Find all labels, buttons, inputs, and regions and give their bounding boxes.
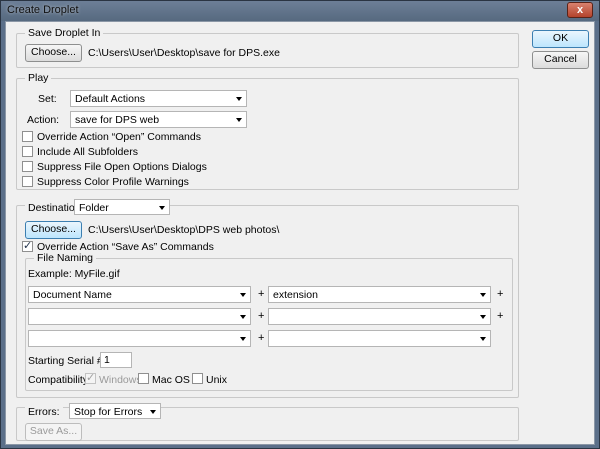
file-naming-legend: File Naming — [34, 252, 97, 264]
macos-label: Mac OS — [152, 374, 190, 386]
action-select[interactable]: save for DPS web — [70, 111, 247, 128]
chevron-down-icon — [480, 315, 486, 319]
naming-value-1-right: extension — [273, 289, 318, 301]
destination-group: Destination: Folder Choose... C:\Users\U… — [16, 199, 519, 398]
unix-label: Unix — [206, 374, 228, 386]
windows-label: Windows — [99, 374, 142, 386]
destination-path: C:\Users\User\Desktop\DPS web photos\ — [88, 224, 280, 236]
errors-select[interactable]: Stop for Errors — [69, 403, 161, 419]
plus-label: + — [497, 310, 504, 322]
plus-label: + — [497, 288, 504, 300]
suppress-color-warnings-checkbox[interactable] — [22, 176, 33, 187]
override-open-checkbox[interactable] — [22, 131, 33, 142]
destination-select[interactable]: Folder — [74, 199, 170, 215]
suppress-open-options-label: Suppress File Open Options Dialogs — [37, 161, 207, 173]
override-save-as-checkbox[interactable] — [22, 239, 33, 252]
destination-choose-button[interactable]: Choose... — [25, 221, 82, 239]
save-droplet-choose-button[interactable]: Choose... — [25, 44, 82, 62]
destination-value: Folder — [79, 202, 109, 214]
serial-label: Starting Serial #: — [28, 355, 106, 367]
plus-label: + — [258, 310, 265, 322]
errors-label: Errors: — [25, 406, 63, 418]
save-as-button[interactable]: Save As... — [25, 423, 82, 441]
plus-label: + — [258, 288, 265, 300]
set-value: Default Actions — [75, 93, 146, 105]
play-legend: Play — [25, 72, 52, 84]
errors-value: Stop for Errors — [74, 406, 143, 418]
errors-group: Errors: Stop for Errors Save As... — [16, 403, 519, 441]
chevron-down-icon — [480, 293, 486, 297]
file-naming-group: File Naming Example: MyFile.gif Document… — [25, 252, 513, 391]
title-bar: Create Droplet x — [1, 1, 599, 21]
naming-select-2-left[interactable] — [28, 308, 251, 325]
dialog-body: Save Droplet In Choose... C:\Users\User\… — [5, 21, 595, 445]
create-droplet-dialog: Create Droplet x Save Droplet In Choose.… — [0, 0, 600, 449]
override-open-label: Override Action “Open” Commands — [37, 131, 201, 143]
macos-checkbox[interactable] — [138, 373, 149, 384]
set-select[interactable]: Default Actions — [70, 90, 247, 107]
chevron-down-icon — [480, 337, 486, 341]
chevron-down-icon — [240, 315, 246, 319]
naming-value-1-left: Document Name — [33, 289, 112, 301]
suppress-color-warnings-label: Suppress Color Profile Warnings — [37, 176, 189, 188]
naming-select-1-left[interactable]: Document Name — [28, 286, 251, 303]
chevron-down-icon — [240, 337, 246, 341]
naming-example: Example: MyFile.gif — [28, 268, 120, 280]
unix-checkbox[interactable] — [192, 373, 203, 384]
compatibility-label: Compatibility: — [28, 374, 92, 386]
serial-input[interactable]: 1 — [100, 352, 132, 368]
close-button[interactable]: x — [567, 2, 593, 18]
naming-select-3-right[interactable] — [268, 330, 491, 347]
include-subfolders-label: Include All Subfolders — [37, 146, 138, 158]
naming-select-1-right[interactable]: extension — [268, 286, 491, 303]
plus-label: + — [258, 332, 265, 344]
set-label: Set: — [38, 93, 57, 105]
action-value: save for DPS web — [75, 114, 160, 126]
play-group: Play Set: Default Actions Action: save f… — [16, 72, 519, 190]
ok-button[interactable]: OK — [532, 30, 589, 48]
suppress-open-options-checkbox[interactable] — [22, 161, 33, 172]
windows-checkbox[interactable] — [85, 371, 96, 384]
save-droplet-path: C:\Users\User\Desktop\save for DPS.exe — [88, 47, 280, 59]
action-label: Action: — [27, 114, 60, 126]
chevron-down-icon — [236, 97, 242, 101]
save-droplet-legend: Save Droplet In — [25, 27, 104, 39]
chevron-down-icon — [236, 118, 242, 122]
cancel-button[interactable]: Cancel — [532, 51, 589, 69]
chevron-down-icon — [150, 410, 156, 414]
naming-select-2-right[interactable] — [268, 308, 491, 325]
chevron-down-icon — [240, 293, 246, 297]
chevron-down-icon — [159, 206, 165, 210]
include-subfolders-checkbox[interactable] — [22, 146, 33, 157]
naming-select-3-left[interactable] — [28, 330, 251, 347]
save-droplet-group: Save Droplet In Choose... C:\Users\User\… — [16, 27, 519, 68]
window-title: Create Droplet — [7, 4, 79, 16]
